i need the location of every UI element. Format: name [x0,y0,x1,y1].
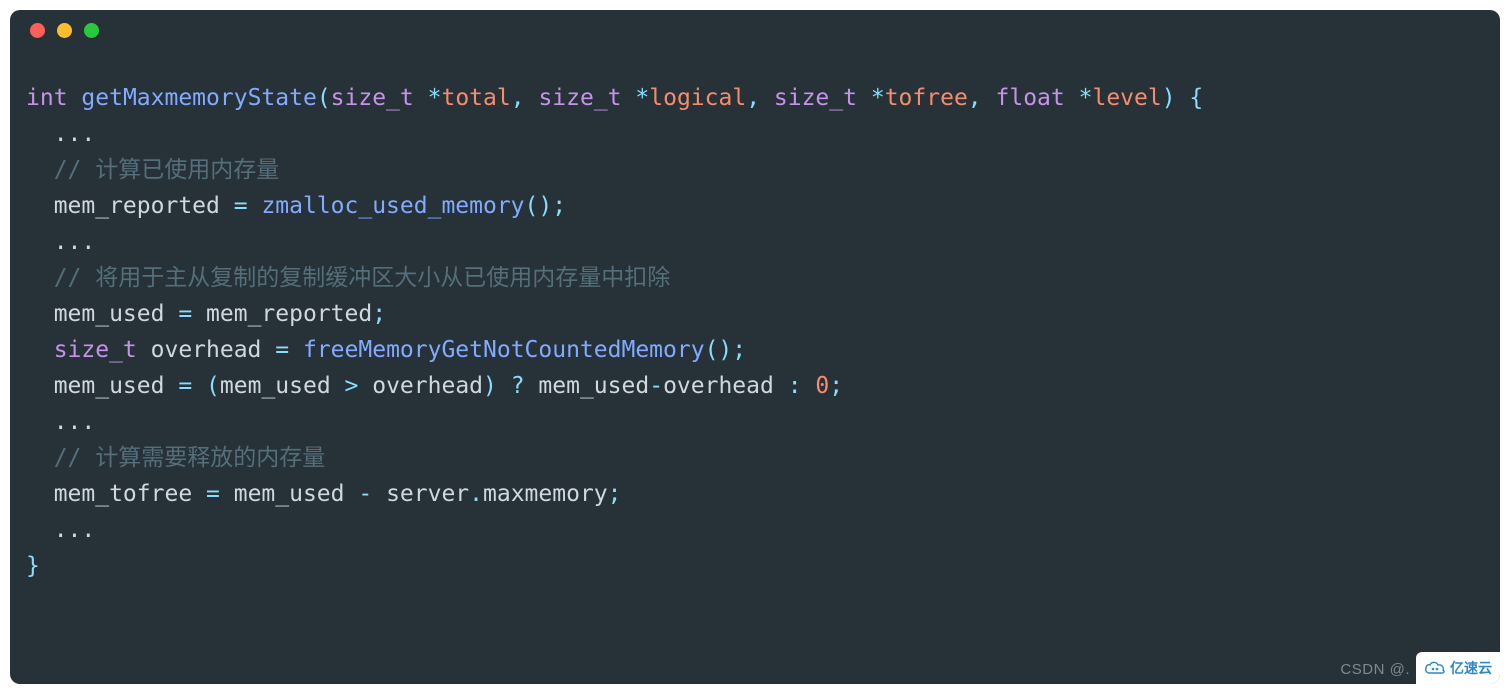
comment-line: // 将用于主从复制的复制缓冲区大小从已使用内存量中扣除 [26,265,670,291]
ident: overhead [663,373,788,399]
minimize-icon[interactable] [57,23,72,38]
star: * [635,85,649,111]
ident: mem_used [220,373,345,399]
comment-line: // 计算需要释放的内存量 [26,445,325,471]
ternary-q: ? [497,373,539,399]
param-total: total [441,85,510,111]
param-logical: logical [649,85,746,111]
comma: , [511,85,539,111]
ellipsis: ... [26,409,95,435]
semicolon: ; [608,481,622,507]
code-block: int getMaxmemoryState(size_t *total, siz… [10,50,1500,594]
paren-open: ( [206,373,220,399]
function-name: getMaxmemoryState [81,85,316,111]
badge-text: 亿速云 [1450,658,1492,678]
ident: mem_used [26,301,178,327]
call-freemem: freeMemoryGetNotCountedMemory [303,337,705,363]
close-icon[interactable] [30,23,45,38]
ellipsis: ... [26,517,95,543]
parens: () [705,337,733,363]
yisu-badge: 亿速云 [1416,652,1500,684]
parens: () [525,193,553,219]
ident: mem_tofree [26,481,206,507]
type-size_t: size_t [538,85,621,111]
ident: mem_used [26,373,178,399]
space [802,373,816,399]
brace-close: } [26,553,40,579]
call-zmalloc: zmalloc_used_memory [261,193,524,219]
type-size_t: size_t [26,337,137,363]
space [289,337,303,363]
equals: = [178,373,192,399]
param-tofree: tofree [885,85,968,111]
semicolon: ; [372,301,386,327]
space [248,193,262,219]
type-float: float [996,85,1065,111]
minus: - [649,373,663,399]
semicolon: ; [552,193,566,219]
cloud-icon [1424,660,1446,676]
number-zero: 0 [815,373,829,399]
maximize-icon[interactable] [84,23,99,38]
star: * [1079,85,1093,111]
code-window: int getMaxmemoryState(size_t *total, siz… [10,10,1500,684]
colon: : [788,373,802,399]
paren-open: ( [317,85,331,111]
comma: , [746,85,774,111]
type-size_t: size_t [774,85,857,111]
minus: - [358,481,372,507]
property: maxmemory [483,481,608,507]
space [192,373,206,399]
star: * [871,85,885,111]
ident: mem_used [220,481,358,507]
ellipsis: ... [26,229,95,255]
equals: = [206,481,220,507]
ident: server [372,481,469,507]
keyword-int: int [26,85,68,111]
equals: = [178,301,192,327]
type-size_t: size_t [331,85,414,111]
ident: overhead [358,373,483,399]
param-level: level [1092,85,1161,111]
semicolon: ; [829,373,843,399]
gt: > [345,373,359,399]
comment-line: // 计算已使用内存量 [26,157,279,183]
paren-close-brace: ) { [1162,85,1204,111]
ellipsis: ... [26,121,95,147]
semicolon: ; [732,337,746,363]
paren-close: ) [483,373,497,399]
ident: mem_reported [26,193,234,219]
star: * [428,85,442,111]
ident: mem_used [538,373,649,399]
ident: overhead [137,337,275,363]
csdn-watermark: CSDN @. [1340,661,1410,678]
window-titlebar [10,10,1500,50]
dot: . [469,481,483,507]
comma: , [968,85,996,111]
equals: = [234,193,248,219]
equals: = [275,337,289,363]
ident: mem_reported [192,301,372,327]
